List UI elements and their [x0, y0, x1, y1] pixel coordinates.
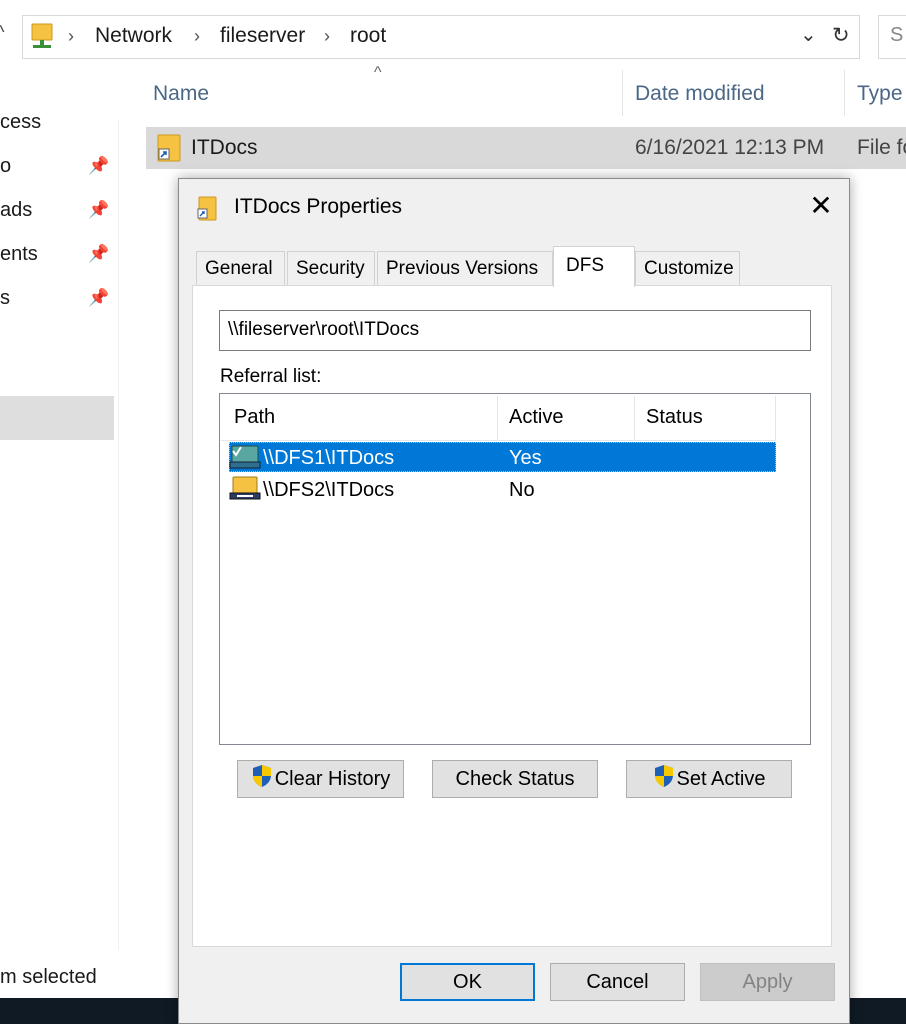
- breadcrumb-chevron-icon: ›: [194, 26, 200, 46]
- uac-shield-icon: [252, 765, 271, 787]
- network-folder-icon: [31, 22, 53, 55]
- referral-path: \\DFS1\ITDocs: [263, 447, 395, 469]
- pin-icon: 📌: [88, 200, 110, 219]
- clear-history-label: Clear History: [274, 768, 391, 790]
- column-divider[interactable]: [634, 396, 635, 440]
- breadcrumb-chevron-icon: ›: [324, 26, 330, 46]
- active-share-icon: [229, 442, 261, 475]
- list-header-active[interactable]: Active: [509, 406, 563, 429]
- list-header-path[interactable]: Path: [234, 406, 275, 429]
- breadcrumb-chevron-icon: ›: [68, 26, 74, 46]
- column-divider[interactable]: [497, 396, 498, 440]
- file-name[interactable]: ITDocs: [191, 136, 258, 160]
- breadcrumb-network[interactable]: Network: [95, 24, 172, 48]
- referral-path: \\DFS2\ITDocs: [263, 479, 395, 501]
- nav-item-pictures[interactable]: s: [0, 287, 10, 310]
- nav-item-downloads[interactable]: ads: [0, 199, 32, 222]
- tab-customize[interactable]: Customize: [635, 251, 740, 285]
- check-status-button[interactable]: Check Status: [432, 760, 598, 798]
- file-date: 6/16/2021 12:13 PM: [635, 136, 825, 159]
- list-header-status[interactable]: Status: [646, 406, 703, 429]
- apply-button[interactable]: Apply: [700, 963, 835, 1001]
- share-folder-icon: [229, 474, 261, 507]
- shortcut-folder-icon: [156, 131, 182, 168]
- dialog-title: ITDocs Properties: [234, 195, 403, 218]
- column-divider[interactable]: [775, 396, 776, 440]
- close-icon[interactable]: ✕: [804, 188, 838, 224]
- shortcut-folder-icon: [196, 194, 218, 227]
- referral-active: Yes: [509, 447, 542, 469]
- column-header-date[interactable]: Date modified: [635, 82, 765, 106]
- clear-history-button[interactable]: Clear History: [237, 760, 404, 798]
- tab-general[interactable]: General: [196, 251, 285, 285]
- nav-item-documents[interactable]: ents: [0, 243, 38, 266]
- file-type: File fo: [857, 136, 906, 159]
- pin-icon: 📌: [88, 156, 110, 175]
- nav-item-desktop[interactable]: o: [0, 155, 11, 178]
- pin-icon: 📌: [88, 288, 110, 307]
- uac-shield-icon: [654, 765, 673, 787]
- sort-arrow-icon: ^: [374, 64, 382, 81]
- up-arrow-icon[interactable]: ^: [0, 22, 4, 43]
- chevron-down-icon[interactable]: ⌄: [800, 22, 817, 46]
- dfs-path-field[interactable]: \\fileserver\root\ITDocs: [219, 310, 811, 351]
- column-header-name[interactable]: Name: [153, 82, 209, 106]
- nav-item-quick-access[interactable]: cess: [0, 111, 41, 134]
- breadcrumb-fileserver[interactable]: fileserver: [220, 24, 305, 48]
- column-divider[interactable]: [844, 70, 845, 116]
- tab-dfs[interactable]: DFS: [553, 246, 635, 287]
- set-active-button[interactable]: Set Active: [626, 760, 792, 798]
- breadcrumb-root[interactable]: root: [350, 24, 386, 48]
- nav-pane-divider: [118, 120, 119, 950]
- referral-active: No: [509, 479, 535, 501]
- set-active-label: Set Active: [676, 768, 766, 790]
- tab-previous-versions[interactable]: Previous Versions: [377, 251, 553, 285]
- column-header-type[interactable]: Type: [857, 82, 903, 106]
- list-header-line: [221, 440, 776, 441]
- nav-item-network-selected[interactable]: [0, 396, 114, 440]
- ok-button[interactable]: OK: [400, 963, 535, 1001]
- column-divider[interactable]: [622, 70, 623, 116]
- pin-icon: 📌: [88, 244, 110, 263]
- search-placeholder: S: [890, 24, 904, 46]
- status-bar-text: m selected: [0, 966, 97, 988]
- refresh-icon[interactable]: ↻: [832, 23, 850, 47]
- referral-list-label: Referral list:: [220, 366, 322, 387]
- tab-security[interactable]: Security: [287, 251, 375, 285]
- cancel-button[interactable]: Cancel: [550, 963, 685, 1001]
